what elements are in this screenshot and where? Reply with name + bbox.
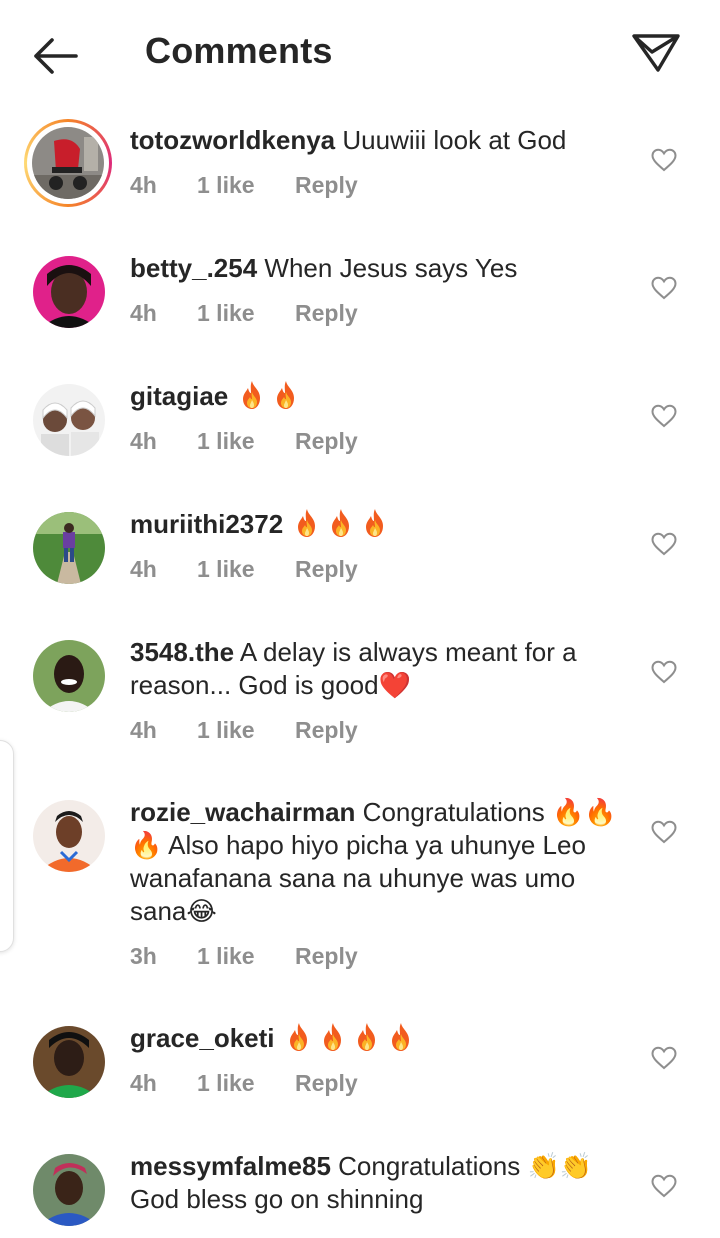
fire-emoji	[327, 508, 355, 538]
reply-button[interactable]: Reply	[295, 172, 358, 199]
share-button[interactable]	[628, 26, 684, 80]
reply-button[interactable]: Reply	[295, 300, 358, 327]
avatar	[32, 127, 104, 199]
comment-body: messymfalme85 Congratulations 👏👏 God ble…	[130, 1150, 620, 1216]
username[interactable]: messymfalme85	[130, 1151, 331, 1181]
comment-body: gitagiae	[130, 380, 620, 413]
comment-text	[290, 509, 392, 539]
avatar[interactable]	[33, 800, 105, 872]
like-count[interactable]: 1 like	[197, 943, 255, 970]
reply-button[interactable]: Reply	[295, 428, 358, 455]
timestamp: 3h	[130, 943, 157, 969]
comment-body: muriithi2372	[130, 508, 620, 541]
heart-outline-icon[interactable]	[651, 148, 677, 172]
reply-button[interactable]: Reply	[295, 1070, 358, 1097]
fire-emoji	[353, 1022, 381, 1052]
username[interactable]: muriithi2372	[130, 509, 283, 539]
avatar[interactable]	[33, 640, 105, 712]
fire-emoji	[361, 508, 389, 538]
avatar[interactable]	[33, 1026, 105, 1098]
comment-text	[282, 1023, 418, 1053]
timestamp: 4h	[130, 1070, 157, 1096]
heart-outline-icon[interactable]	[651, 276, 677, 300]
page-title: Comments	[145, 30, 333, 71]
avatar[interactable]	[33, 1154, 105, 1226]
like-count[interactable]: 1 like	[197, 428, 255, 455]
like-count[interactable]: 1 like	[197, 556, 255, 583]
comment-text: When Jesus says Yes	[264, 253, 518, 283]
heart-outline-icon[interactable]	[651, 532, 677, 556]
arrow-left-icon	[34, 38, 78, 74]
heart-outline-icon[interactable]	[651, 404, 677, 428]
like-count[interactable]: 1 like	[197, 300, 255, 327]
heart-outline-icon[interactable]	[651, 1174, 677, 1198]
heart-outline-icon[interactable]	[651, 660, 677, 684]
heart-outline-icon[interactable]	[651, 820, 677, 844]
fire-emoji	[319, 1022, 347, 1052]
username[interactable]: totozworldkenya	[130, 125, 335, 155]
avatar[interactable]	[33, 384, 105, 456]
username[interactable]: gitagiae	[130, 381, 228, 411]
fire-emoji	[238, 380, 266, 410]
side-edge-handle[interactable]	[0, 740, 14, 952]
reply-button[interactable]: Reply	[295, 943, 358, 970]
comment-text	[235, 381, 303, 411]
timestamp: 4h	[130, 300, 157, 326]
heart-outline-icon[interactable]	[651, 1046, 677, 1070]
fire-emoji	[387, 1022, 415, 1052]
timestamp: 4h	[130, 717, 157, 743]
fire-emoji	[285, 1022, 313, 1052]
fire-emoji	[293, 508, 321, 538]
like-count[interactable]: 1 like	[197, 717, 255, 744]
fire-emoji	[272, 380, 300, 410]
avatar[interactable]	[33, 512, 105, 584]
timestamp: 4h	[130, 428, 157, 454]
timestamp: 4h	[130, 172, 157, 198]
comment-text: Uuuwiii look at God	[342, 125, 567, 155]
username[interactable]: grace_oketi	[130, 1023, 275, 1053]
comment-body: grace_oketi	[130, 1022, 620, 1055]
reply-button[interactable]: Reply	[295, 717, 358, 744]
back-button[interactable]	[28, 34, 84, 78]
like-count[interactable]: 1 like	[197, 1070, 255, 1097]
comment-body: 3548.the A delay is always meant for a r…	[130, 636, 620, 702]
paper-plane-icon	[632, 34, 680, 72]
username[interactable]: 3548.the	[130, 637, 234, 667]
comment-body: rozie_wachairman Congratulations 🔥🔥🔥 Als…	[130, 796, 620, 928]
comment-body: totozworldkenya Uuuwiii look at God	[130, 124, 620, 157]
like-count[interactable]: 1 like	[197, 172, 255, 199]
username[interactable]: rozie_wachairman	[130, 797, 355, 827]
timestamp: 4h	[130, 556, 157, 582]
reply-button[interactable]: Reply	[295, 556, 358, 583]
top-bar: Comments	[0, 0, 720, 110]
comment-body: betty_.254 When Jesus says Yes	[130, 252, 620, 285]
username[interactable]: betty_.254	[130, 253, 257, 283]
avatar[interactable]	[33, 256, 105, 328]
story-ring[interactable]	[24, 119, 112, 207]
